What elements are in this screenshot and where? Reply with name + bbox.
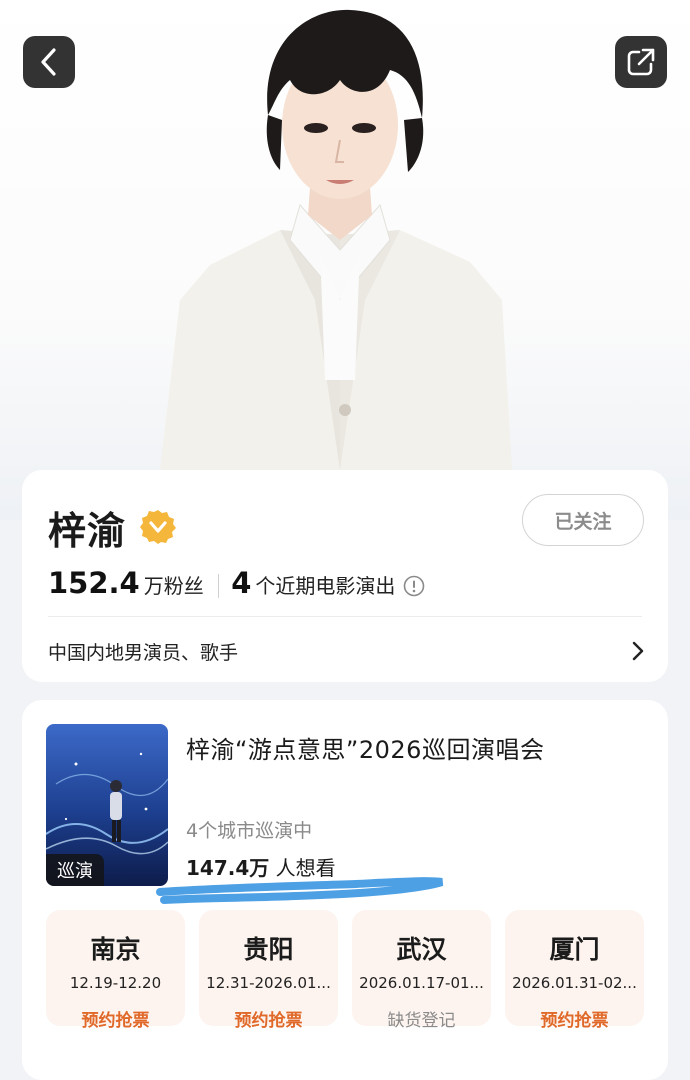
artist-portrait [160,9,512,470]
hero-banner [0,0,690,520]
reserve-ticket-button[interactable]: 预约抢票 [46,1006,185,1031]
city-name: 贵阳 [243,935,294,964]
followers-label: 万粉丝 [143,574,204,598]
followers-count: 152.4 [48,566,140,600]
city-date: 2026.01.31-02... [512,974,637,992]
city-date: 12.31-2026.01... [206,974,331,992]
city-card-xiamen[interactable]: 厦门 2026.01.31-02... 预约抢票 [505,910,644,1031]
city-card-wuhan[interactable]: 武汉 2026.01.17-01... 缺货登记 [352,910,491,1031]
stats-row: 152.4 万粉丝 4 个近期电影演出 [48,566,425,606]
city-name: 南京 [90,935,141,964]
share-button[interactable] [615,36,667,88]
chevron-left-icon [41,48,56,76]
tour-tag: 巡演 [46,854,104,886]
reserve-ticket-button[interactable]: 预约抢票 [199,1006,338,1031]
city-card-nanjing[interactable]: 南京 12.19-12.20 预约抢票 [46,910,185,1031]
city-name: 武汉 [396,935,447,964]
stat-divider [217,574,220,598]
handwritten-underline [156,877,444,904]
follow-button[interactable]: 已关注 [522,494,644,546]
concert-subtitle: 4个城市巡演中 [186,820,313,842]
shows-count: 4 [231,566,252,600]
city-list: 南京 12.19-12.20 预约抢票 贵阳 12.31-2026.01... … [46,910,644,1031]
concert-card[interactable]: 巡演 梓渝“游点意思”2026巡回演唱会 4个城市巡演中 147.4万 人想看 … [22,700,668,1080]
verified-badge-icon [140,510,176,544]
chevron-right-icon[interactable] [630,640,646,662]
city-date: 2026.01.17-01... [359,974,484,992]
city-card-guiyang[interactable]: 贵阳 12.31-2026.01... 预约抢票 [199,910,338,1031]
profile-card: 梓渝 已关注 152.4 万粉丝 4 个近期电影演出 中国内地男演员、歌手 [22,470,668,682]
city-date: 12.19-12.20 [69,974,162,992]
concert-poster[interactable]: 巡演 [46,724,168,886]
back-button[interactable] [23,36,75,88]
city-name: 厦门 [549,935,600,964]
out-of-stock-register-button[interactable]: 缺货登记 [352,1006,491,1031]
artist-name: 梓渝 [48,509,127,553]
reserve-ticket-button[interactable]: 预约抢票 [505,1006,644,1031]
share-icon [627,48,655,76]
artist-bio[interactable]: 中国内地男演员、歌手 [48,638,238,665]
concert-title[interactable]: 梓渝“游点意思”2026巡回演唱会 [186,730,646,765]
shows-label: 个近期电影演出 [255,574,396,598]
divider [48,616,642,617]
info-circle-icon[interactable] [403,575,425,597]
